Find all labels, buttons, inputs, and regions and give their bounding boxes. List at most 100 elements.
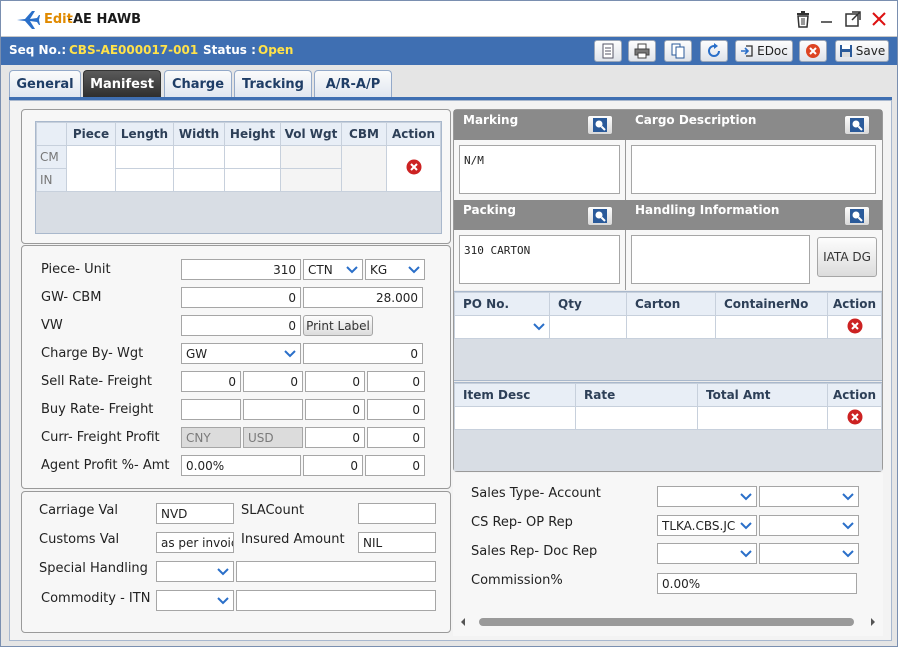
packing-search-button[interactable]	[587, 206, 613, 226]
tab-manifest[interactable]: Manifest	[83, 70, 161, 98]
save-button[interactable]: Save	[835, 40, 889, 62]
qty-cell[interactable]	[549, 315, 627, 339]
buy-freight-input-1[interactable]: 0	[305, 399, 365, 420]
sell-rate-input-2[interactable]: 0	[243, 371, 303, 392]
horizontal-scrollbar[interactable]	[459, 615, 879, 629]
sell-rate-label: Sell Rate- Freight	[41, 374, 153, 389]
packing-textarea[interactable]: 310 CARTON	[459, 235, 620, 284]
copy-button[interactable]	[664, 40, 692, 62]
cargo-search-button[interactable]	[844, 115, 870, 135]
sla-count-input[interactable]	[358, 503, 436, 524]
sell-freight-input-2[interactable]: 0	[367, 371, 425, 392]
maximize-icon[interactable]	[844, 10, 862, 28]
commodity-select[interactable]	[156, 590, 234, 611]
agent-profit-pct-input[interactable]: 0.00%	[181, 455, 301, 476]
cbm-cell	[341, 145, 387, 192]
edoc-button[interactable]: EDoc	[735, 40, 793, 62]
col-rate: Rate	[575, 383, 698, 407]
total-amt-cell[interactable]	[697, 406, 828, 430]
print-label-button[interactable]: Print Label	[303, 315, 373, 336]
doc-rep-select[interactable]	[759, 543, 859, 564]
magnifier-icon	[850, 209, 864, 223]
scrollbar-thumb[interactable]	[479, 618, 854, 626]
special-handling-input[interactable]	[236, 561, 436, 582]
packing-label: Packing	[463, 203, 516, 217]
charge-by-select[interactable]: GW	[181, 343, 301, 364]
cancel-button[interactable]	[799, 40, 827, 62]
height-in-cell[interactable]	[224, 168, 281, 192]
col-po-action: Action	[827, 292, 882, 316]
itn-input[interactable]	[236, 590, 436, 611]
trash-icon[interactable]	[794, 10, 812, 28]
sales-rep-select[interactable]	[657, 543, 757, 564]
agent-amt-input-2[interactable]: 0	[365, 455, 425, 476]
weight-unit-select[interactable]: KG	[365, 259, 425, 280]
scroll-right-icon[interactable]	[869, 617, 877, 627]
height-cm-cell[interactable]	[224, 145, 281, 169]
agent-amt-input-1[interactable]: 0	[303, 455, 363, 476]
unit-select[interactable]: CTN	[303, 259, 363, 280]
sell-freight-input-1[interactable]: 0	[305, 371, 365, 392]
document-button[interactable]	[594, 40, 622, 62]
rate-cell[interactable]	[575, 406, 698, 430]
handling-info-textarea[interactable]	[631, 235, 810, 284]
width-in-cell[interactable]	[173, 168, 225, 192]
buy-freight-input-2[interactable]: 0	[367, 399, 425, 420]
cargo-description-textarea[interactable]	[631, 145, 876, 194]
minimize-icon[interactable]	[818, 10, 836, 28]
tab-general[interactable]: General	[9, 70, 81, 98]
insured-amount-input[interactable]: NIL	[358, 532, 436, 553]
special-handling-select[interactable]	[156, 561, 234, 582]
tab-charge[interactable]: Charge	[164, 70, 232, 98]
tab-ar-ap[interactable]: A/R-A/P	[314, 70, 392, 98]
marking-textarea[interactable]: N/M	[459, 145, 620, 194]
po-grid-area: PO No. Qty Carton ContainerNo Action	[454, 291, 882, 381]
delete-icon[interactable]	[847, 409, 863, 425]
vw-input[interactable]: 0	[181, 315, 301, 336]
delete-icon[interactable]	[406, 159, 422, 175]
buy-rate-input-1[interactable]	[181, 399, 241, 420]
sell-rate-input-1[interactable]: 0	[181, 371, 241, 392]
chevron-down-icon	[740, 493, 752, 501]
account-select[interactable]	[759, 486, 859, 507]
commission-input[interactable]: 0.00%	[657, 573, 857, 594]
profit-input-1[interactable]: 0	[305, 427, 365, 448]
profit-input-2[interactable]: 0	[367, 427, 425, 448]
marking-search-button[interactable]	[587, 115, 613, 135]
cbm-input[interactable]: 28.000	[303, 287, 423, 308]
scroll-left-icon[interactable]	[459, 617, 467, 627]
cs-rep-select[interactable]: TLKA.CBS.JC	[657, 515, 757, 536]
iata-dg-button[interactable]: IATA DG	[817, 237, 877, 277]
print-button[interactable]	[628, 40, 656, 62]
chevron-down-icon	[842, 493, 854, 501]
po-action-cell	[827, 315, 882, 339]
length-cm-cell[interactable]	[115, 145, 174, 169]
dimensions-grid-area: Piece Length Width Height Vol Wgt CBM Ac…	[35, 121, 442, 234]
refresh-button[interactable]	[700, 40, 728, 62]
printer-icon	[634, 43, 650, 59]
tab-tracking[interactable]: Tracking	[234, 70, 312, 98]
wgt-input[interactable]: 0	[303, 343, 423, 364]
item-desc-cell[interactable]	[454, 406, 576, 430]
close-icon[interactable]	[870, 10, 888, 28]
width-cm-cell[interactable]	[173, 145, 225, 169]
insured-amount-label: Insured Amount	[241, 532, 345, 547]
cargo-description-label: Cargo Description	[635, 113, 757, 127]
carton-cell[interactable]	[626, 315, 716, 339]
piece-cell[interactable]	[66, 145, 116, 192]
gw-input[interactable]: 0	[181, 287, 301, 308]
customs-val-input[interactable]: as per invoic	[156, 532, 234, 553]
piece-input[interactable]: 310	[181, 259, 301, 280]
cancel-icon	[806, 44, 820, 58]
op-rep-select[interactable]	[759, 515, 859, 536]
delete-icon[interactable]	[847, 318, 863, 334]
weight-rate-panel: Piece- Unit 310 CTN KG GW- CBM 0 28.000 …	[21, 245, 451, 489]
container-no-cell[interactable]	[715, 315, 828, 339]
right-top-panel: Marking Cargo Description N/M Packing Ha…	[453, 109, 883, 472]
length-in-cell[interactable]	[115, 168, 174, 192]
handling-search-button[interactable]	[844, 206, 870, 226]
carriage-val-input[interactable]: NVD	[156, 503, 234, 524]
buy-rate-input-2[interactable]	[243, 399, 303, 420]
sales-type-select[interactable]	[657, 486, 757, 507]
po-no-cell[interactable]	[454, 315, 550, 339]
